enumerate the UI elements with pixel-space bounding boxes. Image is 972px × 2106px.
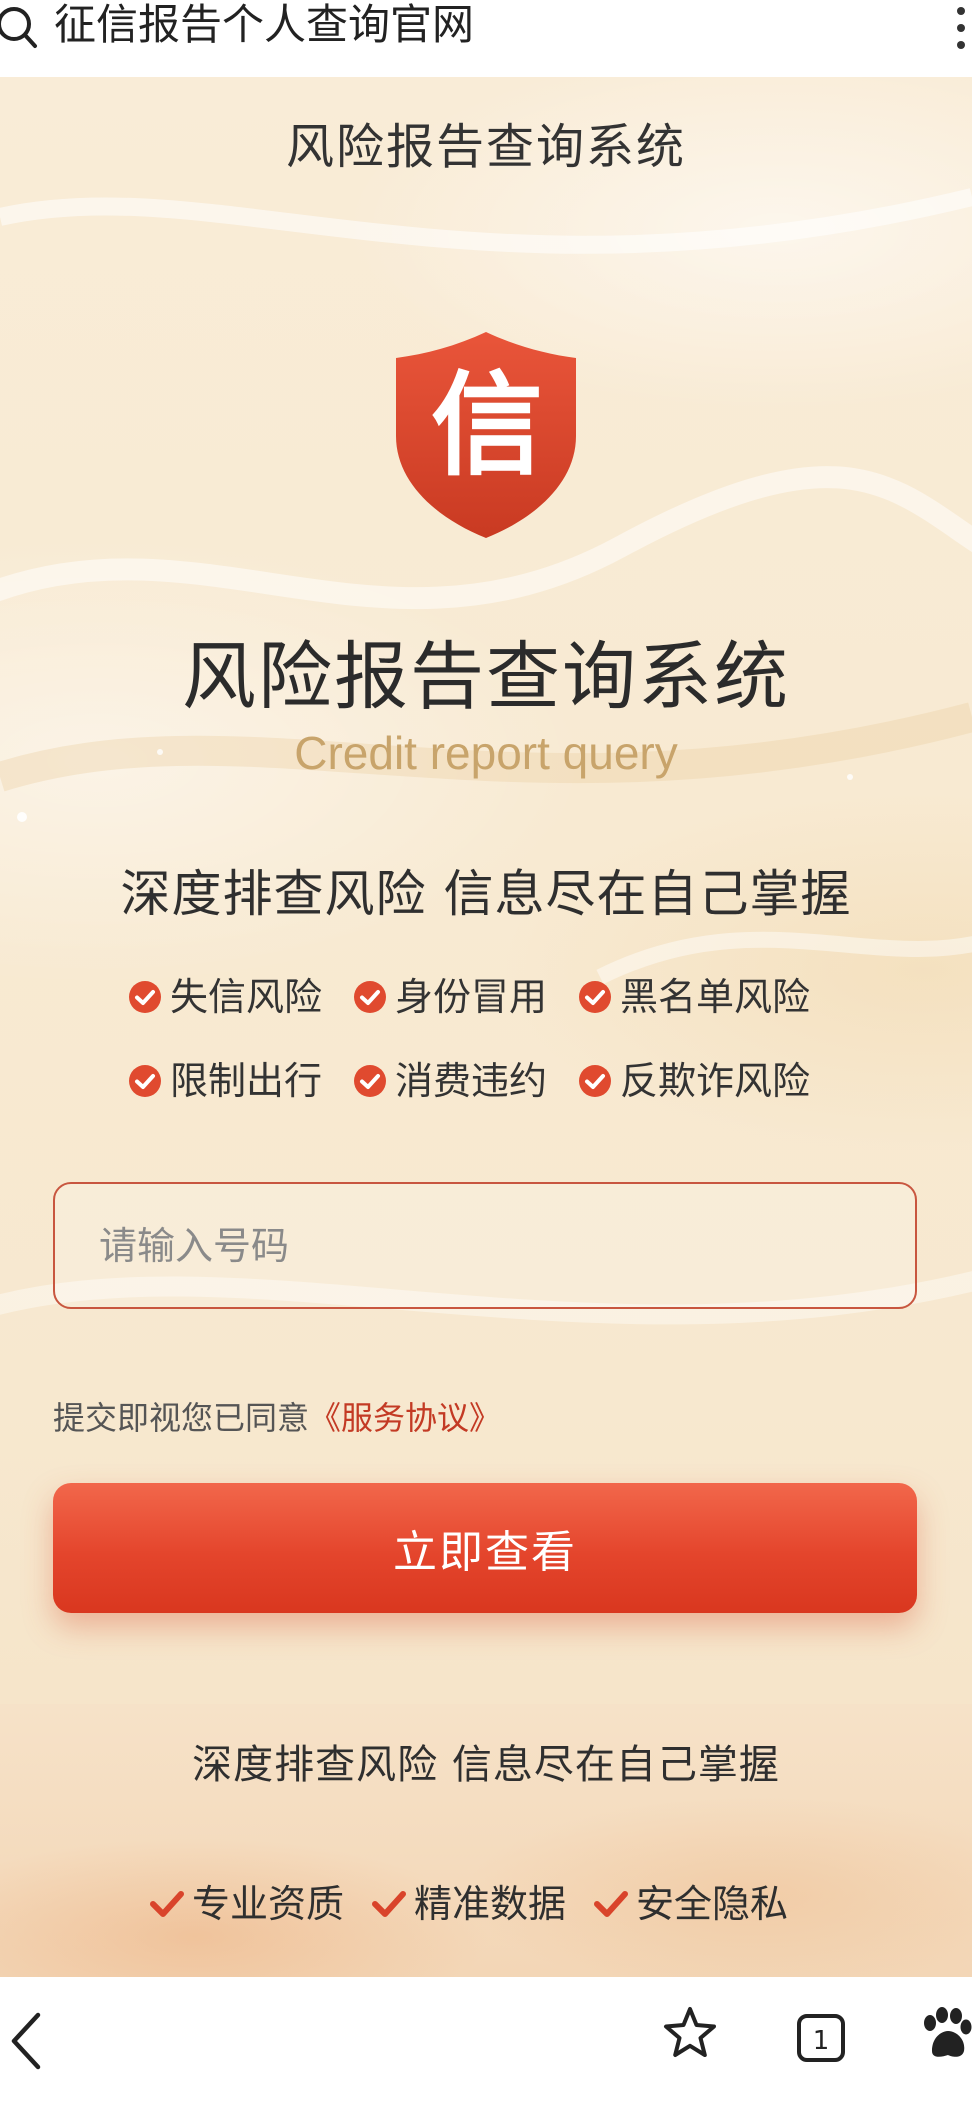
feature-item: 失信风险	[128, 973, 322, 1021]
feature-label: 黑名单风险	[620, 975, 811, 1019]
more-vertical-icon[interactable]	[956, 6, 966, 50]
check-circle-icon	[579, 1065, 611, 1097]
badge-label: 安全隐私	[636, 1882, 789, 1926]
badge-label: 专业资质	[192, 1882, 345, 1926]
page-header-title: 风险报告查询系统	[285, 119, 686, 175]
english-subtitle: Credit report query	[294, 727, 678, 779]
browser-top-bar: 征信报告个人查询官网	[0, 0, 972, 77]
feature-item: 限制出行	[128, 1057, 322, 1105]
check-circle-icon	[579, 981, 611, 1013]
main-title: 风险报告查询系统	[182, 634, 790, 720]
search-icon[interactable]	[0, 4, 38, 50]
badge-label: 精准数据	[414, 1882, 567, 1926]
trust-badge: 精准数据	[372, 1880, 566, 1928]
feature-label: 反欺诈风险	[620, 1059, 811, 1103]
check-circle-icon	[129, 981, 161, 1013]
chevron-left-icon[interactable]	[8, 2011, 44, 2071]
credit-report-page: 风险报告查询系统 信 风险报告查询系统 Credit report query …	[0, 77, 972, 1977]
checkmark-icon	[594, 1891, 629, 1917]
feature-item: 黑名单风险	[578, 973, 810, 1021]
tab-count: 1	[813, 2026, 830, 2056]
agreement-notice: 提交即视您已同意《服务协议》	[53, 1397, 501, 1439]
check-circle-icon	[354, 981, 386, 1013]
feature-item: 消费违约	[353, 1057, 547, 1105]
check-circle-icon	[354, 1065, 386, 1097]
footer-slogan: 深度排查风险 信息尽在自己掌握	[192, 1742, 780, 1788]
service-agreement-link[interactable]: 《服务协议》	[309, 1399, 501, 1437]
browser-bottom-bar: 1	[0, 1977, 972, 2106]
feature-item: 身份冒用	[353, 973, 547, 1021]
feature-label: 消费违约	[395, 1059, 548, 1103]
agreement-prefix: 提交即视您已同意	[53, 1399, 310, 1437]
trust-badge: 安全隐私	[594, 1880, 788, 1928]
feature-label: 失信风险	[170, 975, 323, 1019]
checkmark-icon	[372, 1891, 407, 1917]
view-now-button[interactable]: 立即查看	[53, 1483, 917, 1613]
trust-badges: 专业资质 精准数据 安全隐私	[150, 1880, 816, 1928]
logo-char: 信	[431, 361, 543, 491]
feature-label: 限制出行	[170, 1059, 323, 1103]
shield-logo-icon: 信	[396, 332, 576, 538]
search-query-text[interactable]: 征信报告个人查询官网	[54, 0, 474, 50]
phone-number-input[interactable]	[53, 1182, 917, 1309]
trust-badge: 专业资质	[150, 1880, 344, 1928]
paw-icon[interactable]	[918, 2007, 972, 2063]
check-circle-icon	[129, 1065, 161, 1097]
feature-item: 反欺诈风险	[578, 1057, 810, 1105]
star-icon[interactable]	[662, 2005, 718, 2061]
feature-label: 身份冒用	[395, 975, 548, 1019]
checkmark-icon	[150, 1891, 184, 1917]
slogan: 深度排查风险 信息尽在自己掌握	[120, 865, 852, 923]
tabs-icon[interactable]: 1	[796, 2013, 846, 2063]
